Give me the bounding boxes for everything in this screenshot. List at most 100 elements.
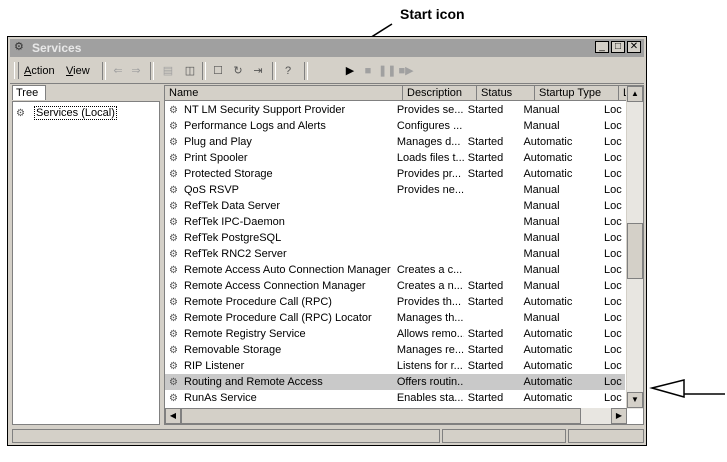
- up-folder-icon[interactable]: ▤: [160, 63, 176, 79]
- table-row[interactable]: ⚙ RIP Listener Listens for r... Started Auto…: [165, 358, 625, 374]
- table-row[interactable]: ⚙ Remote Access Connection Manager Creates…: [165, 278, 625, 294]
- status-cell: [568, 429, 644, 443]
- scroll-down-button[interactable]: ▼: [627, 392, 643, 408]
- column-header-description[interactable]: Description: [403, 86, 477, 101]
- vertical-scrollbar[interactable]: ▲ ▼: [626, 86, 643, 409]
- service-name: Remote Access Connection Manager: [184, 280, 366, 292]
- cell-log-on-as: Loc: [603, 360, 622, 372]
- table-row[interactable]: ⚙ Routing and Remote Access Offers routin.…: [165, 374, 625, 390]
- tree-item-services-local[interactable]: ⚙ Services (Local): [16, 106, 117, 120]
- cell-log-on-as: Loc: [603, 312, 622, 324]
- table-row[interactable]: ⚙ QoS RSVP Provides ne... Manual Loc: [165, 182, 625, 198]
- table-row[interactable]: ⚙ Remote Access Auto Connection Manager Cr…: [165, 262, 625, 278]
- table-row[interactable]: ⚙ Plug and Play Manages d... Started Automat…: [165, 134, 625, 150]
- cell-status: [464, 262, 520, 278]
- table-row[interactable]: ⚙ RefTek PostgreSQL Manual Loc: [165, 230, 625, 246]
- column-header-startup-type[interactable]: Startup Type: [535, 86, 619, 101]
- service-name: Remote Access Auto Connection Manager: [184, 264, 391, 276]
- h-scroll-thumb[interactable]: [181, 408, 581, 424]
- minimize-button[interactable]: _: [595, 41, 609, 53]
- cell-status: [464, 230, 520, 246]
- cell-status: Started: [467, 392, 504, 404]
- table-row[interactable]: ⚙ Performance Logs and Alerts Configures .…: [165, 118, 625, 134]
- table-row[interactable]: ⚙ RefTek IPC-Daemon Manual Loc: [165, 214, 625, 230]
- service-name: RIP Listener: [184, 360, 245, 372]
- refresh-icon[interactable]: ↻: [230, 63, 246, 79]
- table-row[interactable]: ⚙ RunAs Service Enables sta... Started Autom…: [165, 390, 625, 406]
- cell-description: [393, 214, 464, 230]
- gear-icon: ⚙: [169, 377, 178, 388]
- cell-startup-type: Automatic: [523, 392, 573, 404]
- menu-grip[interactable]: [14, 62, 19, 79]
- cell-log-on-as: Loc: [603, 296, 622, 308]
- properties-icon[interactable]: ☐: [210, 63, 226, 79]
- export-list-icon[interactable]: ⇥: [250, 63, 266, 79]
- service-name: Performance Logs and Alerts: [184, 120, 326, 132]
- close-button[interactable]: ✕: [627, 41, 641, 53]
- cell-name: ⚙ RefTek RNC2 Server: [165, 246, 393, 262]
- cell-startup-type: Manual: [523, 232, 560, 244]
- menu-view[interactable]: View: [66, 65, 90, 77]
- cell-description: Creates a n...: [396, 280, 463, 292]
- cell-startup-type: Automatic: [523, 296, 573, 308]
- gear-icon: ⚙: [169, 153, 178, 164]
- table-row[interactable]: ⚙ Remote Registry Service Allows remo... St…: [165, 326, 625, 342]
- stop-icon[interactable]: ■: [360, 63, 376, 79]
- table-row[interactable]: ⚙ RefTek Data Server Manual Loc: [165, 198, 625, 214]
- cell-name: ⚙ RefTek IPC-Daemon: [165, 214, 393, 230]
- cell-description: Allows remo...: [396, 328, 464, 340]
- table-row[interactable]: ⚙ Remote Procedure Call (RPC) Provides th.…: [165, 294, 625, 310]
- service-name: RefTek IPC-Daemon: [184, 216, 285, 228]
- horizontal-scrollbar[interactable]: ◀ ▶: [165, 408, 627, 424]
- table-row[interactable]: ⚙ NT LM Security Support Provider Provides…: [165, 102, 625, 118]
- pause-icon[interactable]: ❚❚: [378, 63, 396, 79]
- cell-name: ⚙ Performance Logs and Alerts: [165, 118, 393, 134]
- column-header-name[interactable]: Name: [165, 86, 403, 101]
- cell-status: Started: [467, 280, 504, 292]
- cell-description: Loads files t...: [396, 152, 464, 164]
- table-row[interactable]: ⚙ Remote Procedure Call (RPC) Locator Mana…: [165, 310, 625, 326]
- tree-pane: ⚙ Services (Local): [12, 101, 160, 425]
- forward-arrow-icon[interactable]: ⇒: [128, 63, 144, 79]
- table-row[interactable]: ⚙ Removable Storage Manages re... Started Au…: [165, 342, 625, 358]
- cell-name: ⚙ Routing and Remote Access: [165, 374, 393, 390]
- cell-name: ⚙ Remote Registry Service: [165, 326, 393, 342]
- table-row[interactable]: ⚙ Print Spooler Loads files t... Started Aut…: [165, 150, 625, 166]
- start-icon-annotation-label: Start icon: [400, 6, 465, 22]
- start-icon[interactable]: ▶: [342, 63, 358, 79]
- services-window: ⚙ Services _ □ ✕ Action View ⇐ ⇒ ▤ ◫ ☐ ↻…: [7, 36, 647, 446]
- column-header-status[interactable]: Status: [477, 86, 535, 101]
- cell-log-on-as: Loc: [603, 152, 622, 164]
- gear-icon: ⚙: [169, 185, 178, 196]
- cell-description: Provides pr...: [396, 168, 462, 180]
- menu-action-rest: ction: [31, 65, 55, 77]
- scroll-thumb[interactable]: [627, 223, 643, 279]
- gear-icon: ⚙: [169, 297, 178, 308]
- cell-name: ⚙ Remote Procedure Call (RPC) Locator: [165, 310, 393, 326]
- cell-description: Manages d...: [396, 136, 461, 148]
- scroll-right-button[interactable]: ▶: [611, 408, 627, 424]
- cell-name: ⚙ RunAs Service: [165, 390, 393, 406]
- maximize-button[interactable]: □: [611, 41, 625, 53]
- scroll-up-button[interactable]: ▲: [627, 86, 643, 102]
- menu-action[interactable]: Action: [24, 65, 55, 77]
- cell-startup-type: Manual: [523, 248, 560, 260]
- table-row[interactable]: ⚙ RefTek RNC2 Server Manual Loc: [165, 246, 625, 262]
- cell-name: ⚙ QoS RSVP: [165, 182, 393, 198]
- cell-startup-type: Manual: [523, 200, 560, 212]
- tree-tab[interactable]: Tree: [12, 85, 46, 100]
- table-row[interactable]: ⚙ Protected Storage Provides pr... Started A…: [165, 166, 625, 182]
- restart-icon[interactable]: ■▶: [398, 63, 414, 79]
- status-bar: [12, 429, 644, 443]
- cell-description: [393, 198, 464, 214]
- gear-icon: ⚙: [169, 233, 178, 244]
- cell-log-on-as: Loc: [603, 376, 622, 388]
- service-name: RefTek PostgreSQL: [184, 232, 282, 244]
- gear-icon: ⚙: [169, 345, 178, 356]
- cell-name: ⚙ RefTek PostgreSQL: [165, 230, 393, 246]
- help-icon[interactable]: ?: [280, 63, 296, 79]
- show-tree-icon[interactable]: ◫: [182, 63, 198, 79]
- scroll-left-button[interactable]: ◀: [165, 408, 181, 424]
- title-bar[interactable]: ⚙ Services _ □ ✕: [10, 39, 644, 57]
- back-arrow-icon[interactable]: ⇐: [110, 63, 126, 79]
